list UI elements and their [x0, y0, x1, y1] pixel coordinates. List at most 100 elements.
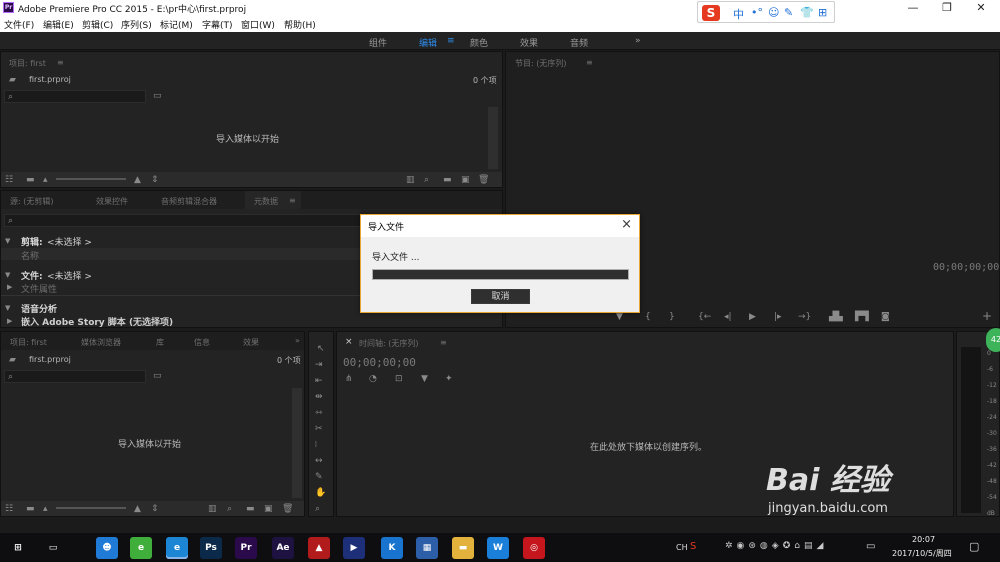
close-icon[interactable]: ✕ [964, 0, 998, 16]
workspace-effects[interactable]: 效果 [520, 36, 538, 49]
pen-tool-icon[interactable]: ✎ [315, 472, 323, 482]
ime-punctuation-icon[interactable]: •° [751, 6, 763, 19]
maximize-icon[interactable]: ❐ [930, 0, 964, 16]
new-bin-icon[interactable]: ▭ [153, 91, 162, 101]
trash-icon[interactable]: 🗑 [478, 175, 489, 185]
project-scrollbar[interactable] [488, 107, 498, 169]
list-view-icon[interactable]: ☷ [5, 504, 13, 514]
razor-tool-icon[interactable]: ✂ [315, 424, 323, 434]
menu-clip[interactable]: 剪辑(C) [82, 18, 113, 31]
wrench-icon[interactable]: ✦ [445, 374, 453, 384]
workspace-editing[interactable]: 编辑 [419, 36, 437, 49]
file-properties-label[interactable]: 文件属性 [21, 282, 57, 295]
taskbar-start-icon[interactable]: ⊞ [7, 537, 29, 559]
keyboard-icon[interactable]: ▭ [866, 541, 875, 552]
rate-stretch-icon[interactable]: ⇿ [315, 408, 323, 418]
tray-language[interactable]: CH [676, 543, 688, 552]
menu-edit[interactable]: 编辑(E) [43, 18, 74, 31]
workspace-audio[interactable]: 音频 [570, 36, 588, 49]
more-tabs-icon[interactable]: » [295, 336, 300, 345]
zoom-in-icon[interactable]: ▲ [134, 504, 141, 514]
find-icon[interactable]: ⌕ [227, 504, 232, 514]
zoom-in-icon[interactable]: ▲ [134, 175, 141, 185]
icon-view-icon[interactable]: ▬ [26, 504, 35, 514]
step-back-icon[interactable]: ◂| [724, 312, 732, 322]
ime-skin-icon[interactable]: 👕 [800, 6, 814, 19]
folder-icon[interactable]: ▬ [246, 504, 255, 514]
taskbar-cc-icon[interactable]: ◎ [523, 537, 545, 559]
list-view-icon[interactable]: ☷ [5, 175, 13, 185]
slip-tool-icon[interactable]: ⧘ [315, 440, 317, 450]
workspace-menu-icon[interactable]: ≡ [447, 36, 455, 46]
tab-media-browser[interactable]: 媒体浏览器 [81, 337, 121, 348]
panel-menu-icon[interactable]: ≡ [586, 58, 593, 67]
notification-icon[interactable]: ▢ [969, 540, 979, 553]
workspace-assembly[interactable]: 组件 [369, 36, 387, 49]
tray-sogou-icon[interactable]: S [690, 541, 696, 552]
taskbar-premiere-icon[interactable]: Pr [235, 537, 257, 559]
panel-menu-icon[interactable]: ≡ [57, 58, 64, 67]
ime-language-toggle[interactable]: 中 [733, 6, 744, 22]
panel-menu-icon[interactable]: ≡ [289, 196, 296, 205]
tab-project[interactable]: 项目: first [10, 337, 47, 348]
sort-icon[interactable]: ⇕ [151, 504, 159, 514]
expand-icon[interactable]: ▼ [5, 270, 10, 280]
new-item-icon[interactable]: ▣ [264, 504, 273, 514]
clock-time[interactable]: 20:07 [912, 535, 935, 544]
taskbar-calc-icon[interactable]: ▦ [416, 537, 438, 559]
tab-libraries[interactable]: 库 [156, 337, 164, 348]
hand-tool-icon[interactable]: ✋ [315, 488, 326, 498]
step-forward-icon[interactable]: |▸ [774, 312, 782, 322]
play-icon[interactable]: ▶ [749, 312, 756, 322]
collapse-arrow-icon[interactable]: ▶ [7, 316, 12, 326]
mark-out-icon[interactable]: } [669, 312, 675, 322]
zoom-slider[interactable] [56, 507, 126, 509]
meter-badge[interactable]: 42 [986, 328, 1000, 352]
rolling-edit-icon[interactable]: ⇹ [315, 392, 323, 402]
folder-icon[interactable]: ▬ [443, 175, 452, 185]
expand-icon[interactable]: ▼ [5, 303, 10, 313]
menu-file[interactable]: 文件(F) [4, 18, 34, 31]
tab-info[interactable]: 信息 [194, 337, 210, 348]
workspace-color[interactable]: 颜色 [470, 36, 488, 49]
project-panel-title[interactable]: 项目: first [9, 58, 46, 69]
extract-icon[interactable]: ▛▜ [855, 312, 869, 322]
nest-icon[interactable]: ⊡ [395, 374, 403, 384]
sogou-logo[interactable]: S [702, 5, 720, 21]
mark-in-icon[interactable]: { [645, 312, 651, 322]
tab-source[interactable]: 源: (无剪辑) [10, 196, 53, 207]
timeline-timecode[interactable]: 00;00;00;00 [343, 356, 416, 369]
trash-icon[interactable]: 🗑 [282, 504, 293, 514]
selection-tool-icon[interactable]: ↖ [317, 344, 325, 354]
dialog-close-icon[interactable]: × [621, 217, 632, 232]
tab-effect-controls[interactable]: 效果控件 [96, 196, 128, 207]
timeline-title[interactable]: 时间轴: (无序列) [359, 338, 418, 349]
new-bin-icon[interactable]: ▭ [153, 371, 162, 381]
lift-icon[interactable]: ▟▙ [829, 312, 843, 322]
menu-sequence[interactable]: 序列(S) [121, 18, 152, 31]
automate-icon[interactable]: ▥ [208, 504, 217, 514]
panel-menu-icon[interactable]: ≡ [440, 338, 447, 347]
find-icon[interactable]: ⌕ [424, 175, 429, 185]
taskbar-app-green-icon[interactable]: e [130, 537, 152, 559]
taskbar-acrobat-icon[interactable]: ▲ [308, 537, 330, 559]
project-search-input[interactable]: ⌕ [4, 90, 146, 103]
track-select-icon[interactable]: ⇥ [315, 360, 323, 370]
ripple-edit-icon[interactable]: ⇤ [315, 376, 323, 386]
bottom-search-input[interactable]: ⌕ [4, 370, 146, 383]
program-timecode[interactable]: 00;00;00;00 [933, 262, 999, 273]
clock-date[interactable]: 2017/10/5/周四 [892, 548, 952, 559]
tray-icons[interactable]: ✲◉⊛◍◈✪⌂▤◢ [725, 541, 827, 551]
taskbar-photoshop-icon[interactable]: Ps [200, 537, 222, 559]
taskbar-folder-icon[interactable]: ▬ [452, 537, 474, 559]
taskbar-wps-icon[interactable]: W [487, 537, 509, 559]
linked-selection-icon[interactable]: ◔ [369, 374, 377, 384]
tab-audio-clip-mixer[interactable]: 音频剪辑混合器 [161, 196, 217, 207]
automate-icon[interactable]: ▥ [406, 175, 415, 185]
slide-tool-icon[interactable]: ↔ [315, 456, 323, 466]
ime-toolbox-icon[interactable]: ⊞ [818, 6, 827, 19]
add-marker-icon[interactable]: ▼ [616, 312, 623, 322]
bottom-scrollbar[interactable] [292, 388, 302, 498]
taskbar-ie-icon[interactable]: e [166, 537, 188, 559]
cancel-button[interactable]: 取消 [471, 289, 530, 304]
